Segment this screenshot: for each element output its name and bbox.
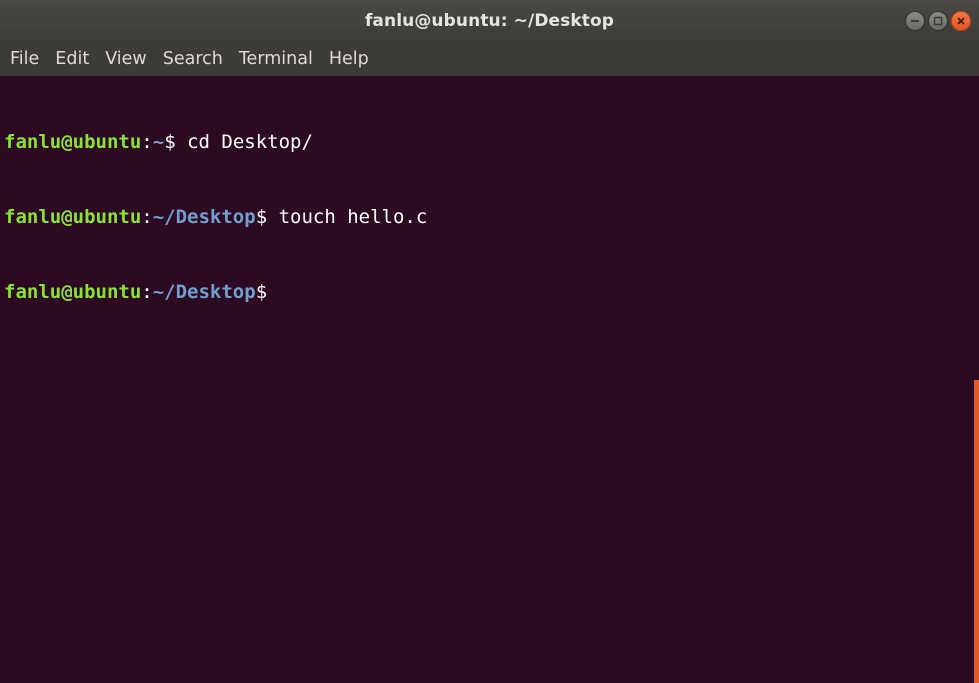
prompt-user: fanlu@ubuntu [4,281,142,303]
prompt-path: ~ [152,131,165,153]
prompt-user: fanlu@ubuntu [4,131,142,153]
prompt-user: fanlu@ubuntu [4,206,142,228]
window-title: fanlu@ubuntu: ~/Desktop [364,11,615,31]
title-bar[interactable]: fanlu@ubuntu: ~/Desktop [0,0,979,42]
menu-edit[interactable]: Edit [47,42,97,76]
terminal-window: fanlu@ubuntu: ~/Desktop File Edit View S… [0,0,979,683]
terminal-line: fanlu@ubuntu:~/Desktop$ touch hello.c [4,205,979,230]
command-text: cd Desktop/ [175,131,313,153]
menu-search[interactable]: Search [155,42,231,76]
maximize-button[interactable] [928,11,948,31]
prompt-colon: : [141,206,153,228]
command-text: touch hello.c [267,206,428,228]
prompt-colon: : [141,281,153,303]
menu-view[interactable]: View [97,42,155,76]
terminal-line: fanlu@ubuntu:~$ cd Desktop/ [4,130,979,155]
close-icon [957,17,965,25]
minimize-button[interactable] [905,11,925,31]
menu-terminal[interactable]: Terminal [231,42,321,76]
menu-help[interactable]: Help [321,42,377,76]
prompt-symbol: $ [164,131,176,153]
prompt-path: ~/Desktop [152,281,256,303]
window-controls [905,11,971,31]
close-button[interactable] [951,11,971,31]
prompt-symbol: $ [255,206,268,228]
prompt-path: ~/Desktop [152,206,256,228]
menu-file[interactable]: File [2,42,47,76]
prompt-colon: : [141,131,153,153]
minimize-icon [911,20,919,22]
terminal-line: fanlu@ubuntu:~/Desktop$ [4,280,979,305]
scrollbar-indicator[interactable] [974,380,979,683]
menu-bar: File Edit View Search Terminal Help [0,42,979,76]
terminal-output[interactable]: fanlu@ubuntu:~$ cd Desktop/ fanlu@ubuntu… [0,76,979,683]
maximize-icon [933,16,943,26]
prompt-symbol: $ [255,281,268,303]
